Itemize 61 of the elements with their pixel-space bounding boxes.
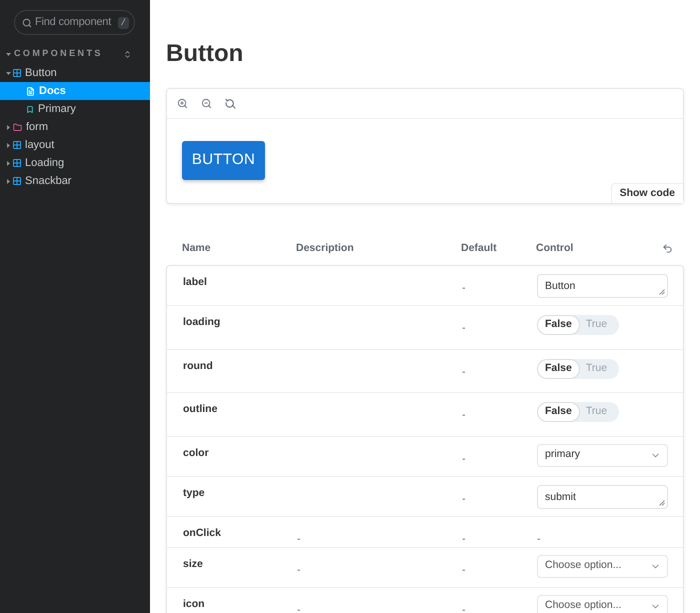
page-title: Button xyxy=(166,40,244,68)
arg-name: outline xyxy=(183,402,218,416)
arg-name: color xyxy=(183,446,209,460)
zoom-in-icon[interactable] xyxy=(177,98,188,109)
grid-icon xyxy=(13,177,21,185)
tree-item[interactable]: Loading xyxy=(0,154,150,172)
arg-name: label xyxy=(183,275,207,289)
default-value: - xyxy=(462,452,466,464)
select-field[interactable]: primary xyxy=(537,444,668,466)
default-value: - xyxy=(462,604,466,613)
column-header: Control xyxy=(536,240,574,256)
circular-arrow-icon[interactable] xyxy=(225,98,236,109)
chevrons-up-down-icon xyxy=(123,50,132,58)
resize-handle-icon xyxy=(659,500,665,506)
arg-name: type xyxy=(183,486,205,500)
grid-icon xyxy=(13,69,21,77)
description-text: - xyxy=(297,604,300,613)
arg-name: size xyxy=(183,556,203,570)
grid-icon xyxy=(13,141,21,149)
default-value: - xyxy=(462,282,466,294)
default-value: - xyxy=(462,532,466,544)
description-text: - xyxy=(297,564,300,576)
default-value: - xyxy=(462,409,466,421)
search-icon xyxy=(22,18,32,28)
toggle-option[interactable]: False xyxy=(538,403,579,421)
grid-icon xyxy=(13,159,21,167)
arg-name: loading xyxy=(183,315,220,329)
folder-icon xyxy=(13,122,22,132)
bookmark-icon xyxy=(26,104,34,114)
arg-name: round xyxy=(183,358,213,372)
column-header: Default xyxy=(461,240,498,256)
tree-item[interactable]: Primary xyxy=(0,100,150,118)
zoom-out-icon[interactable] xyxy=(201,98,212,109)
text-field[interactable]: Button xyxy=(537,274,668,298)
resize-handle-icon xyxy=(659,289,665,295)
toggle-option[interactable]: False xyxy=(538,316,579,334)
column-header: Description xyxy=(296,240,355,256)
text-field[interactable]: submit xyxy=(537,484,668,508)
select-field[interactable]: Choose option... xyxy=(537,594,668,613)
column-header: Name xyxy=(182,240,212,256)
undo-icon[interactable] xyxy=(662,243,673,254)
control-text: - xyxy=(537,532,540,544)
show-code-button[interactable]: Show code xyxy=(610,183,683,203)
tree-item[interactable]: form xyxy=(0,118,150,136)
toggle-option[interactable]: False xyxy=(538,360,579,378)
arg-name: onClick xyxy=(183,526,221,540)
tree-item[interactable]: Snackbar xyxy=(0,172,150,190)
default-value: - xyxy=(462,366,466,378)
default-value: - xyxy=(462,564,466,576)
arg-name: icon xyxy=(183,596,205,610)
tree-item[interactable]: Button xyxy=(0,64,150,82)
default-value: - xyxy=(462,322,466,334)
section-header[interactable]: COMPONENTS xyxy=(0,48,150,60)
search-field[interactable]: Find component / xyxy=(14,10,135,35)
default-value: - xyxy=(462,492,466,504)
tree-item[interactable]: layout xyxy=(0,136,150,154)
document-icon xyxy=(26,86,35,96)
description-text: - xyxy=(297,532,300,544)
select-field[interactable]: Choose option... xyxy=(537,554,668,578)
preview-button[interactable]: BUTTON xyxy=(182,141,265,180)
shortcut-key: / xyxy=(118,16,129,28)
